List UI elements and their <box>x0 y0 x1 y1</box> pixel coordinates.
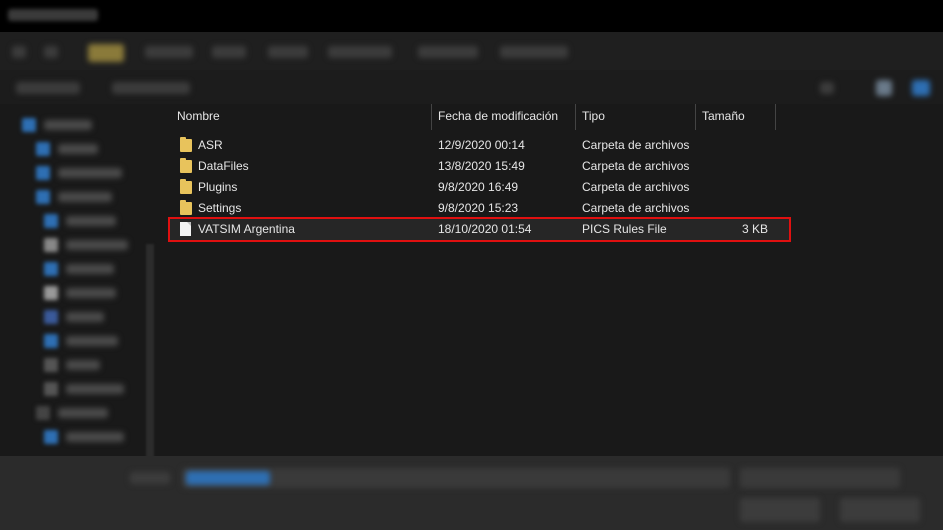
nav-item-label <box>66 288 116 298</box>
file-name: ASR <box>198 138 223 152</box>
nav-item-label <box>66 336 118 346</box>
title-bar <box>0 0 943 32</box>
file-type: PICS Rules File <box>582 222 667 236</box>
filename-value <box>186 471 270 485</box>
file-type: Carpeta de archivos <box>582 138 690 152</box>
address-bar[interactable] <box>0 32 943 70</box>
nav-item-label <box>58 168 122 178</box>
file-icon <box>180 222 191 236</box>
breadcrumb[interactable] <box>268 46 308 58</box>
navigation-pane[interactable] <box>0 104 160 492</box>
star-icon <box>22 118 36 132</box>
nav-item-label <box>66 432 124 442</box>
folder-icon <box>180 200 192 215</box>
drive-icon <box>36 406 50 420</box>
column-divider[interactable] <box>431 104 432 130</box>
folder-icon <box>180 137 192 152</box>
view-icon[interactable] <box>820 82 834 94</box>
help-icon[interactable] <box>912 80 930 96</box>
file-size: 3 KB <box>741 222 768 236</box>
breadcrumb[interactable] <box>500 46 568 58</box>
nav-item-label <box>44 120 92 130</box>
file-type: Carpeta de archivos <box>582 159 690 173</box>
download-icon <box>44 262 58 276</box>
network-icon <box>44 430 58 444</box>
cloud-icon <box>36 142 50 156</box>
nav-item-label <box>58 192 112 202</box>
file-name: Settings <box>198 201 242 215</box>
column-header-bar: Nombre Fecha de modificación Tipo Tamaño <box>160 104 943 130</box>
file-row[interactable]: Plugins 9/8/2020 16:49 Carpeta de archiv… <box>170 177 789 198</box>
breadcrumb[interactable] <box>145 46 193 58</box>
new-folder-button[interactable] <box>112 82 190 94</box>
column-divider[interactable] <box>695 104 696 130</box>
column-header-type[interactable]: Tipo <box>582 109 605 123</box>
video-icon <box>44 334 58 348</box>
folder-icon <box>88 44 124 62</box>
back-icon[interactable] <box>12 46 26 58</box>
breadcrumb[interactable] <box>418 46 478 58</box>
image-icon <box>44 286 58 300</box>
file-modified: 9/8/2020 15:23 <box>438 201 519 215</box>
organize-button[interactable] <box>16 82 80 94</box>
breadcrumb[interactable] <box>212 46 246 58</box>
column-header-name[interactable]: Nombre <box>177 109 220 123</box>
pc-icon <box>36 190 50 204</box>
dialog-footer <box>0 456 943 530</box>
file-type: Carpeta de archivos <box>582 201 690 215</box>
file-row[interactable]: Settings 9/8/2020 15:23 Carpeta de archi… <box>170 198 789 219</box>
sidebar-scrollbar[interactable] <box>146 244 154 492</box>
column-header-size[interactable]: Tamaño <box>702 109 745 123</box>
file-modified: 9/8/2020 16:49 <box>438 180 519 194</box>
document-icon <box>44 238 58 252</box>
nav-item-label <box>66 264 114 274</box>
folder-icon <box>180 179 192 194</box>
cloud-icon <box>36 166 50 180</box>
file-row[interactable]: ASR 12/9/2020 00:14 Carpeta de archivos <box>170 135 789 156</box>
nav-item-label <box>66 216 116 226</box>
nav-item-label <box>66 240 128 250</box>
column-divider[interactable] <box>575 104 576 130</box>
preview-icon[interactable] <box>876 80 892 96</box>
file-type: Carpeta de archivos <box>582 180 690 194</box>
file-row[interactable]: DataFiles 13/8/2020 15:49 Carpeta de arc… <box>170 156 789 177</box>
file-modified: 13/8/2020 15:49 <box>438 159 525 173</box>
window-title-blurred <box>8 9 98 21</box>
column-header-modified[interactable]: Fecha de modificación <box>438 109 558 123</box>
nav-item-label <box>66 360 100 370</box>
music-icon <box>44 310 58 324</box>
column-divider[interactable] <box>775 104 776 130</box>
file-name: DataFiles <box>198 159 249 173</box>
drive-icon <box>44 382 58 396</box>
nav-item-label <box>58 144 98 154</box>
forward-icon[interactable] <box>44 46 58 58</box>
filename-label <box>130 472 170 484</box>
file-row-highlighted[interactable]: VATSIM Argentina 18/10/2020 01:54 PICS R… <box>168 217 791 242</box>
file-name: VATSIM Argentina <box>198 222 295 236</box>
nav-item-label <box>58 408 108 418</box>
file-name: Plugins <box>198 180 238 194</box>
file-modified: 18/10/2020 01:54 <box>438 222 532 236</box>
cube-icon <box>44 214 58 228</box>
cancel-button[interactable] <box>840 498 920 522</box>
breadcrumb[interactable] <box>328 46 392 58</box>
nav-item-label <box>66 384 124 394</box>
command-bar <box>0 70 943 104</box>
folder-icon <box>180 158 192 173</box>
filetype-select[interactable] <box>740 468 900 488</box>
video-icon <box>44 358 58 372</box>
nav-item-label <box>66 312 104 322</box>
open-button[interactable] <box>740 498 820 522</box>
file-modified: 12/9/2020 00:14 <box>438 138 525 152</box>
